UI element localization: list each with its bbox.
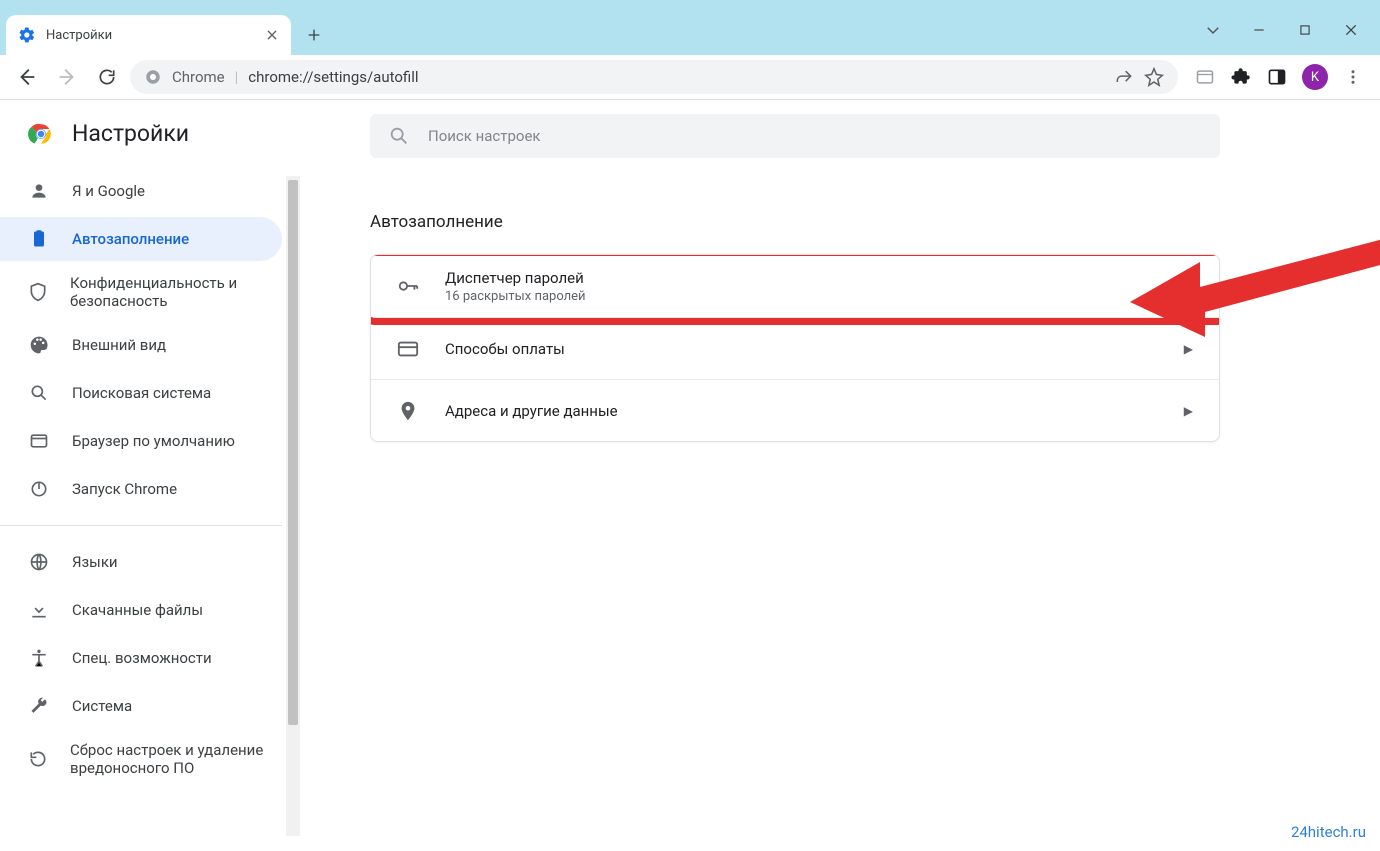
person-icon — [28, 181, 50, 201]
forward-button[interactable] — [50, 60, 84, 94]
sidebar-item-label: Я и Google — [72, 182, 145, 200]
minimize-icon[interactable] — [1250, 21, 1268, 39]
chrome-icon — [144, 68, 162, 86]
window-icon — [28, 431, 50, 451]
omnibox[interactable]: Chrome | chrome://settings/autofill — [130, 60, 1178, 94]
sidebar-item-autofill[interactable]: Автозаполнение — [0, 217, 282, 261]
row-title: Способы оплаты — [445, 340, 1158, 358]
settings-title: Настройки — [72, 120, 189, 147]
profile-avatar[interactable]: K — [1302, 64, 1328, 90]
sidebar-item-you-and-google[interactable]: Я и Google — [0, 169, 282, 213]
row-title: Диспетчер паролей — [445, 269, 1158, 287]
toolbar: Chrome | chrome://settings/autofill K — [0, 55, 1380, 100]
tab-close-icon[interactable] — [265, 28, 279, 42]
sidebar-item-privacy[interactable]: Конфиденциальность и безопасность — [0, 265, 282, 319]
browser-tab[interactable]: Настройки — [6, 15, 291, 55]
key-icon — [397, 275, 419, 297]
chevron-right-icon: ▶ — [1184, 342, 1193, 356]
omnibox-url: chrome://settings/autofill — [248, 68, 418, 86]
settings-search[interactable]: Поиск настроек — [370, 114, 1220, 158]
translate-icon[interactable] — [1194, 66, 1216, 88]
sidebar-item-label: Запуск Chrome — [72, 480, 177, 498]
row-subtitle: 16 раскрытых паролей — [445, 289, 1158, 304]
tab-title: Настройки — [46, 28, 255, 43]
search-icon — [28, 383, 50, 403]
bookmark-icon[interactable] — [1144, 67, 1164, 87]
watermark: 24hitech.ru — [1291, 823, 1366, 841]
accessibility-icon — [28, 648, 50, 668]
sidebar-divider — [0, 525, 282, 526]
sidebar-item-reset[interactable]: Сброс настроек и удаление вредоносного П… — [0, 732, 282, 786]
restore-icon — [28, 749, 48, 769]
settings-brand: Настройки — [0, 120, 300, 169]
sidebar-item-languages[interactable]: Языки — [0, 540, 282, 584]
globe-icon — [28, 552, 50, 572]
close-window-icon[interactable] — [1342, 21, 1360, 39]
sidebar-item-label: Система — [72, 697, 132, 715]
sidebar-item-label: Скачанные файлы — [72, 601, 203, 619]
extensions-icon[interactable] — [1230, 66, 1252, 88]
window-controls — [1204, 21, 1380, 55]
chrome-logo-icon — [28, 121, 54, 147]
power-icon — [28, 479, 50, 499]
sidebar-item-on-startup[interactable]: Запуск Chrome — [0, 467, 282, 511]
omnibox-prefix: Chrome — [172, 68, 225, 86]
sidebar-item-label: Браузер по умолчанию — [72, 432, 235, 450]
omnibox-separator: | — [235, 68, 239, 86]
chevron-right-icon: ▶ — [1184, 404, 1193, 418]
sidebar-item-downloads[interactable]: Скачанные файлы — [0, 588, 282, 632]
sidebar-item-accessibility[interactable]: Спец. возможности — [0, 636, 282, 680]
chevron-right-icon: ▶ — [1184, 279, 1193, 293]
sidebar-item-label: Сброс настроек и удаление вредоносного П… — [70, 741, 282, 777]
sidebar-item-label: Языки — [72, 553, 118, 571]
sidebar-item-label: Спец. возможности — [72, 649, 212, 667]
download-icon — [28, 600, 50, 620]
search-icon — [388, 125, 410, 147]
gear-icon — [18, 26, 36, 44]
settings-main: Поиск настроек Автозаполнение Диспетчер … — [300, 100, 1380, 851]
titlebar: Настройки — [0, 0, 1380, 55]
palette-icon — [28, 335, 50, 355]
side-panel-icon[interactable] — [1266, 66, 1288, 88]
row-addresses[interactable]: Адреса и другие данные ▶ — [371, 379, 1219, 441]
section-title: Автозаполнение — [370, 212, 1340, 232]
chevron-down-icon[interactable] — [1204, 21, 1222, 39]
wrench-icon — [28, 696, 50, 716]
share-icon[interactable] — [1114, 67, 1134, 87]
sidebar-item-search-engine[interactable]: Поисковая система — [0, 371, 282, 415]
sidebar-item-default-browser[interactable]: Браузер по умолчанию — [0, 419, 282, 463]
clipboard-icon — [28, 229, 50, 249]
menu-icon[interactable] — [1342, 66, 1364, 88]
row-payment-methods[interactable]: Способы оплаты ▶ — [371, 317, 1219, 379]
sidebar-item-label: Конфиденциальность и безопасность — [70, 274, 282, 310]
card-icon — [397, 338, 419, 360]
search-placeholder: Поиск настроек — [428, 127, 541, 145]
shield-icon — [28, 282, 48, 302]
row-title: Адреса и другие данные — [445, 402, 1158, 420]
autofill-card: Диспетчер паролей 16 раскрытых паролей ▶… — [370, 254, 1220, 442]
location-icon — [397, 400, 419, 422]
reload-button[interactable] — [90, 60, 124, 94]
back-button[interactable] — [10, 60, 44, 94]
sidebar-item-label: Автозаполнение — [72, 230, 189, 248]
maximize-icon[interactable] — [1296, 21, 1314, 39]
sidebar-item-system[interactable]: Система — [0, 684, 282, 728]
scrollbar-thumb[interactable] — [288, 180, 298, 725]
settings-sidebar: Настройки Я и Google Автозаполнение Конф… — [0, 100, 300, 851]
sidebar-scrollbar[interactable] — [286, 176, 300, 836]
sidebar-item-appearance[interactable]: Внешний вид — [0, 323, 282, 367]
sidebar-item-label: Поисковая система — [72, 384, 211, 402]
sidebar-item-label: Внешний вид — [72, 336, 166, 354]
row-password-manager[interactable]: Диспетчер паролей 16 раскрытых паролей ▶ — [371, 255, 1219, 317]
new-tab-button[interactable] — [299, 20, 329, 50]
